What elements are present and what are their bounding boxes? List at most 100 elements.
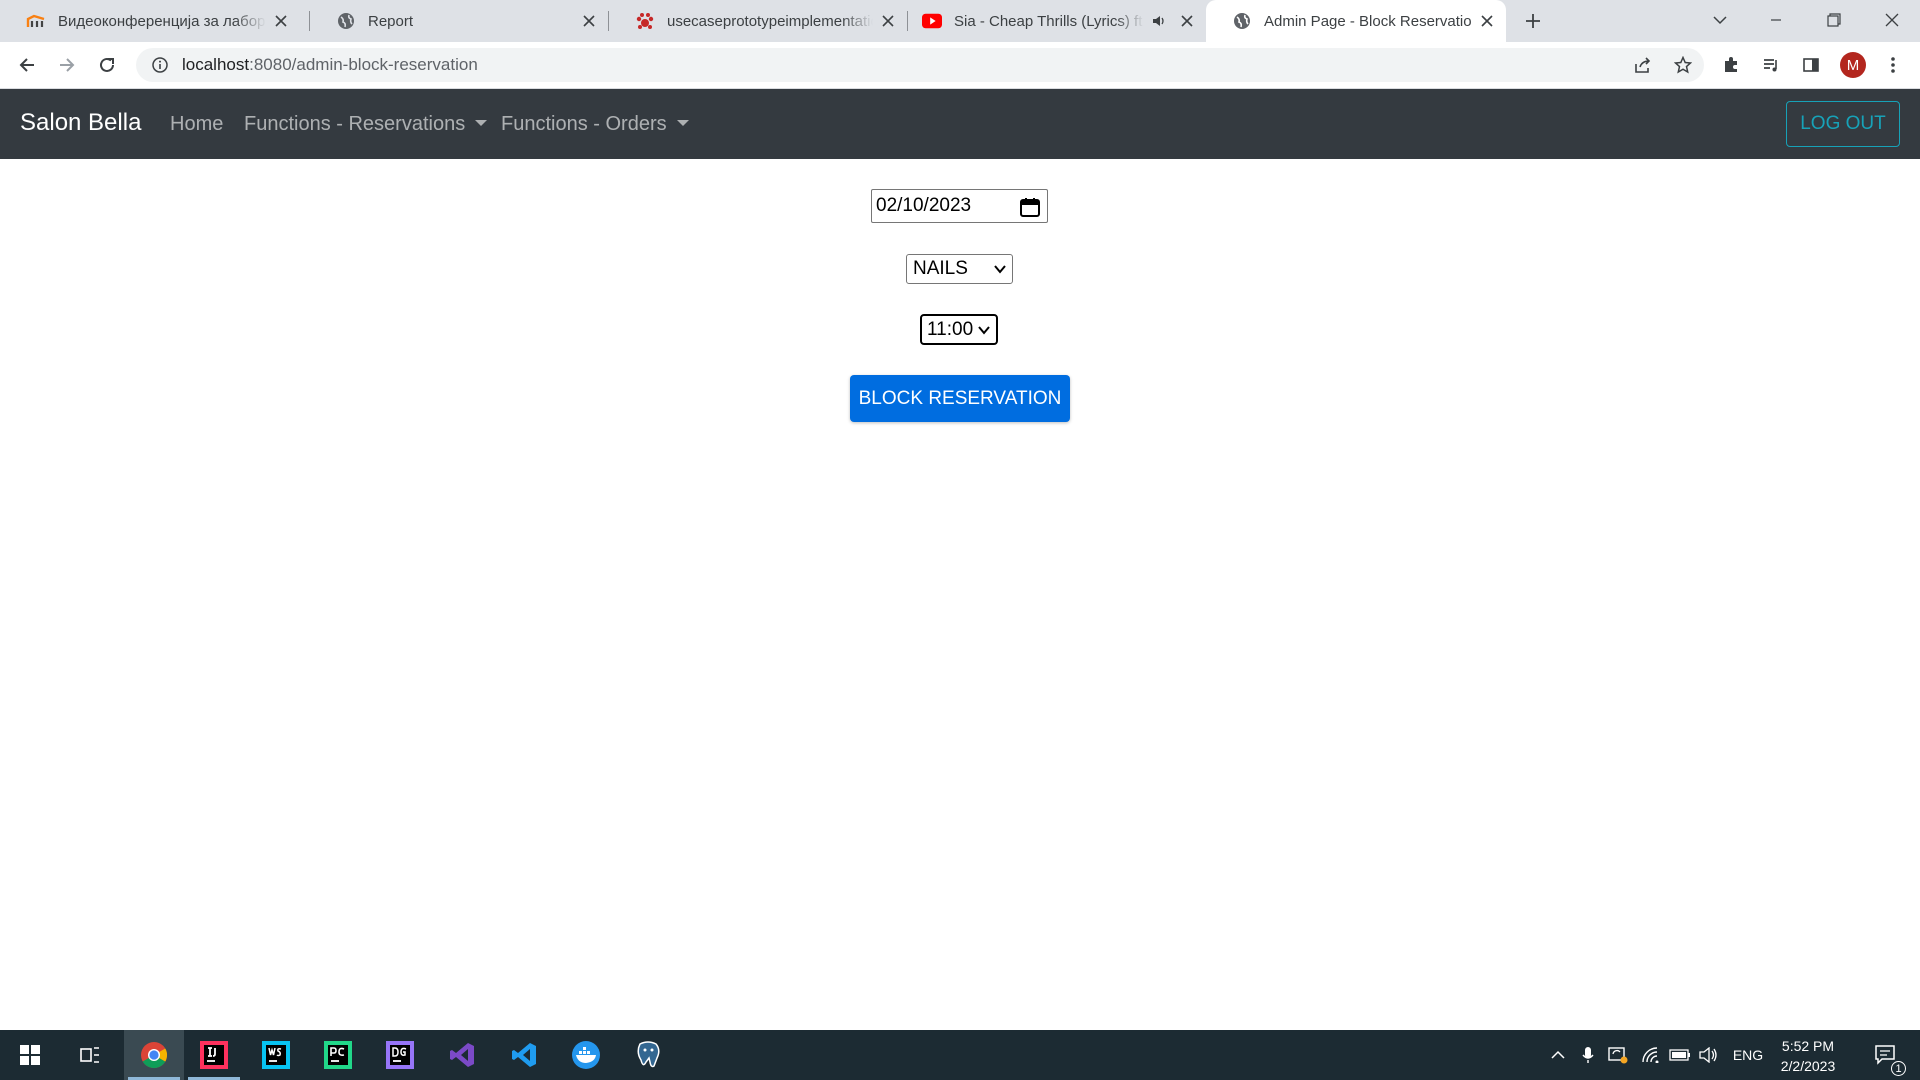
- plus-icon: [1526, 14, 1540, 28]
- wifi-tray[interactable]: [1640, 1030, 1662, 1080]
- side-panel-button[interactable]: [1796, 50, 1826, 80]
- address-bar[interactable]: localhost:8080/admin-block-reservation: [136, 48, 1704, 82]
- taskbar-chrome[interactable]: [124, 1030, 184, 1080]
- globe-icon: [1232, 11, 1252, 31]
- date-input[interactable]: 02/10/2023: [871, 189, 1048, 223]
- microphone-tray[interactable]: [1578, 1030, 1598, 1080]
- visual-studio-icon: [450, 1043, 474, 1067]
- time-select[interactable]: 11:00: [920, 314, 998, 345]
- restore-button[interactable]: [1806, 0, 1862, 40]
- update-tray[interactable]: [1606, 1030, 1630, 1080]
- site-navbar: Salon Bella Home Functions - Reservation…: [0, 89, 1920, 159]
- nav-orders-dropdown[interactable]: Functions - Orders: [501, 113, 689, 136]
- task-view-button[interactable]: [60, 1030, 120, 1080]
- share-button[interactable]: [1628, 50, 1658, 80]
- chevron-up-icon: [1551, 1050, 1565, 1059]
- tab-title: Sia - Cheap Thrills (Lyrics) ft.: [954, 12, 1144, 30]
- close-window-button[interactable]: [1864, 0, 1920, 40]
- postgresql-icon: [637, 1041, 660, 1068]
- chevron-down-icon: [978, 325, 990, 335]
- taskbar-clock[interactable]: 5:52 PM 2/2/2023: [1768, 1036, 1848, 1076]
- url-path: :8080/admin-block-reservation: [249, 55, 478, 74]
- windows-logo-icon: [20, 1045, 40, 1065]
- clock-time: 5:52 PM: [1781, 1038, 1835, 1054]
- media-control-button[interactable]: [1756, 50, 1786, 80]
- language-label: ENG: [1732, 1047, 1764, 1063]
- pycharm-icon: [324, 1041, 352, 1069]
- reload-icon: [100, 57, 114, 72]
- show-hidden-icons-button[interactable]: [1548, 1030, 1568, 1080]
- start-button[interactable]: [0, 1030, 60, 1080]
- arrow-left-icon: [19, 58, 34, 72]
- taskbar-vscode[interactable]: [494, 1030, 554, 1080]
- calendar-icon[interactable]: [1019, 196, 1041, 218]
- new-tab-button[interactable]: [1520, 8, 1546, 34]
- close-tab-icon[interactable]: [580, 12, 598, 30]
- clock-date: 2/2/2023: [1780, 1058, 1836, 1074]
- moodle-icon: [26, 11, 46, 31]
- forward-button[interactable]: [52, 50, 82, 80]
- datagrip-icon: [386, 1041, 414, 1069]
- battery-tray[interactable]: [1668, 1030, 1692, 1080]
- browser-tab-youtube[interactable]: Sia - Cheap Thrills (Lyrics) ft.: [908, 0, 1206, 42]
- side-panel-icon: [1803, 58, 1819, 72]
- taskbar-visual-studio[interactable]: [432, 1030, 492, 1080]
- notifications-button[interactable]: 1: [1862, 1030, 1912, 1080]
- back-button[interactable]: [12, 50, 42, 80]
- speaker-icon[interactable]: [1150, 12, 1168, 30]
- taskbar-intellij[interactable]: [184, 1030, 244, 1080]
- logout-button[interactable]: LOG OUT: [1786, 101, 1900, 147]
- tab-title: Видеоконференција за лаборат: [58, 12, 266, 30]
- youtube-icon: [922, 11, 942, 31]
- restore-icon: [1827, 13, 1841, 27]
- puzzle-icon: [1725, 57, 1737, 72]
- browser-toolbar: localhost:8080/admin-block-reservation M: [0, 42, 1920, 89]
- tab-title: usecaseprototypeimplementation: [667, 12, 873, 30]
- battery-icon: [1669, 1049, 1690, 1061]
- service-select[interactable]: NAILS: [906, 254, 1013, 284]
- chrome-icon: [141, 1042, 168, 1069]
- taskbar-docker[interactable]: [556, 1030, 616, 1080]
- browser-tab-videoconference[interactable]: Видеоконференција за лаборат: [0, 0, 300, 42]
- taskbar-postgresql[interactable]: [618, 1030, 678, 1080]
- browser-menu-button[interactable]: [1878, 50, 1908, 80]
- browser-tab-report[interactable]: Report: [310, 0, 608, 42]
- nav-reservations-dropdown[interactable]: Functions - Reservations: [244, 113, 488, 136]
- wifi-icon: [1642, 1047, 1659, 1063]
- volume-tray[interactable]: [1698, 1030, 1720, 1080]
- intellij-icon: [200, 1041, 228, 1069]
- close-tab-icon[interactable]: [1478, 12, 1496, 30]
- service-value: NAILS: [913, 258, 968, 279]
- taskbar-webstorm[interactable]: [246, 1030, 306, 1080]
- bookmark-button[interactable]: [1668, 50, 1698, 80]
- url-host: localhost: [182, 55, 250, 74]
- taskbar-datagrip[interactable]: [370, 1030, 430, 1080]
- windows-taskbar: ENG 5:52 PM 2/2/2023 1: [0, 1030, 1920, 1080]
- task-view-icon: [80, 1047, 99, 1063]
- nav-reservations-label: Functions - Reservations: [244, 113, 466, 135]
- language-indicator[interactable]: ENG: [1728, 1030, 1768, 1080]
- close-tab-icon[interactable]: [1178, 12, 1196, 30]
- tab-search-button[interactable]: [1692, 0, 1748, 40]
- url-text: localhost:8080/admin-block-reservation: [182, 55, 478, 75]
- webstorm-icon: [262, 1041, 290, 1069]
- nav-home[interactable]: Home: [170, 113, 223, 136]
- speaker-icon: [1699, 1047, 1717, 1063]
- site-info-icon[interactable]: [150, 55, 170, 75]
- extensions-button[interactable]: [1716, 50, 1746, 80]
- browser-tab-usecase[interactable]: usecaseprototypeimplementation: [609, 0, 907, 42]
- taskbar-pycharm[interactable]: [308, 1030, 368, 1080]
- reload-button[interactable]: [92, 50, 122, 80]
- close-tab-icon[interactable]: [879, 12, 897, 30]
- close-tab-icon[interactable]: [272, 12, 290, 30]
- minimize-button[interactable]: [1748, 0, 1804, 40]
- chevron-down-icon: [994, 265, 1006, 274]
- block-reservation-button[interactable]: BLOCK RESERVATION: [850, 375, 1070, 422]
- star-icon: [1674, 56, 1692, 74]
- profile-avatar[interactable]: M: [1840, 52, 1866, 78]
- minimize-icon: [1771, 19, 1781, 21]
- navbar-brand[interactable]: Salon Bella: [20, 109, 141, 137]
- tab-title: Admin Page - Block Reservation: [1264, 12, 1472, 30]
- browser-tab-admin-block-reservation[interactable]: Admin Page - Block Reservation: [1206, 0, 1506, 42]
- caret-down-icon: [475, 119, 488, 126]
